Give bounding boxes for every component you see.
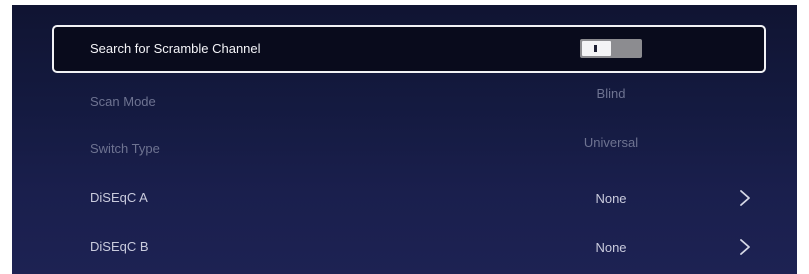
search-scramble-channel-label: Search for Scramble Channel bbox=[90, 41, 261, 56]
scan-mode-label: Scan Mode bbox=[90, 94, 156, 109]
search-scramble-channel-row[interactable]: Search for Scramble Channel bbox=[52, 25, 766, 73]
diseqc-a-label: DiSEqC A bbox=[90, 190, 148, 205]
diseqc-b-value: None bbox=[595, 240, 627, 255]
diseqc-b-label: DiSEqC B bbox=[90, 239, 149, 254]
scan-mode-row: Scan Mode Blind bbox=[52, 76, 767, 120]
switch-type-row: Switch Type Universal bbox=[52, 126, 767, 170]
switch-type-label: Switch Type bbox=[90, 141, 160, 156]
scramble-toggle-switch[interactable] bbox=[580, 39, 642, 58]
diseqc-a-value: None bbox=[595, 191, 627, 206]
toggle-knob-mark-icon bbox=[594, 45, 597, 52]
switch-type-value: Universal bbox=[583, 135, 639, 150]
chevron-right-icon[interactable] bbox=[735, 237, 755, 257]
diseqc-a-row[interactable]: DiSEqC A None bbox=[52, 176, 767, 220]
scan-mode-value: Blind bbox=[596, 86, 626, 101]
diseqc-b-row[interactable]: DiSEqC B None bbox=[52, 225, 767, 269]
tv-settings-screen: Search for Scramble Channel Scan Mode Bl… bbox=[12, 5, 797, 274]
toggle-knob bbox=[582, 41, 611, 56]
chevron-right-icon[interactable] bbox=[735, 188, 755, 208]
